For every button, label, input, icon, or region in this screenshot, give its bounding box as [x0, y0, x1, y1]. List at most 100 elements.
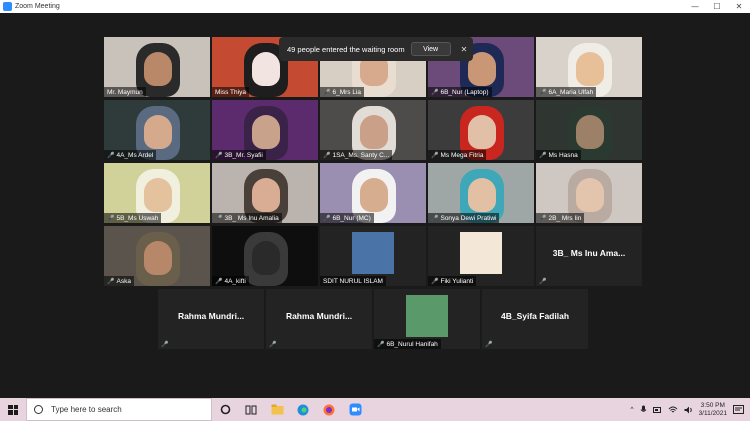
participant-tile[interactable]: Rahma Mundri... 🎤: [158, 289, 264, 349]
participant-face: [360, 115, 388, 149]
mic-muted-icon: 🎤: [431, 88, 439, 96]
cortana-icon[interactable]: [212, 398, 238, 421]
participant-tile[interactable]: 🎤 Fiki Yulianti: [428, 226, 534, 286]
participant-face: [252, 52, 280, 86]
maximize-button[interactable]: ☐: [706, 2, 728, 11]
participant-tile[interactable]: 🎤 Ms Hasna: [536, 100, 642, 160]
participant-name: Mr. Maymun: [107, 88, 143, 96]
edge-browser-icon[interactable]: [290, 398, 316, 421]
participant-tile[interactable]: 🎤 6B_Nurul Hanifah: [374, 289, 480, 349]
participant-name: Sonya Dewi Pratiwi: [440, 214, 497, 222]
mic-muted-icon: 🎤: [161, 340, 169, 348]
participant-tile[interactable]: Mr. Maymun: [104, 37, 210, 97]
close-notification-button[interactable]: ✕: [461, 45, 468, 54]
participant-tile[interactable]: 4B_Syifa Fadilah 🎤: [482, 289, 588, 349]
participant-label: 🎤: [536, 276, 549, 286]
participant-face: [468, 178, 496, 212]
windows-taskbar: Type here to search ^ 3:50 PM 3/11/2021: [0, 398, 750, 421]
battery-icon[interactable]: [652, 406, 662, 414]
participant-tile[interactable]: 🎤 6B_Nur (MC): [320, 163, 426, 223]
start-button[interactable]: [0, 398, 26, 421]
participant-tile[interactable]: 🎤 6A_Maria Ulfah: [536, 37, 642, 97]
task-view-icon[interactable]: [238, 398, 264, 421]
mic-muted-icon: 🎤: [323, 151, 331, 159]
participant-tile[interactable]: 🎤 Ms Mega Fitria: [428, 100, 534, 160]
clock-time: 3:50 PM: [700, 401, 725, 409]
waiting-room-notification: 49 people entered the waiting room View …: [279, 37, 473, 61]
participant-tile[interactable]: 🎤 2B_ Mrs Iin: [536, 163, 642, 223]
participant-tile[interactable]: 🎤 3B_ Ms Inu Amalia: [212, 163, 318, 223]
notification-chevron-icon[interactable]: ^: [631, 406, 634, 413]
participant-label: 🎤: [158, 339, 171, 349]
participant-label: 🎤 3B_ Ms Inu Amalia: [212, 213, 282, 223]
participant-label: SDIT NURUL ISLAM: [320, 276, 386, 286]
participant-name: Ms Mega Fitria: [440, 151, 484, 159]
mic-muted-icon: 🎤: [539, 277, 547, 285]
participant-tile[interactable]: 🎤 4A_Ms Ardel: [104, 100, 210, 160]
participant-face: [468, 115, 496, 149]
participant-label: 🎤 1SA_Ms. Santy C...: [320, 150, 393, 160]
action-center-icon[interactable]: [733, 404, 744, 415]
participant-label: 🎤: [482, 339, 495, 349]
participant-label: 🎤 Ms Mega Fitria: [428, 150, 487, 160]
mic-muted-icon: 🎤: [485, 340, 493, 348]
mic-muted-icon: 🎤: [539, 214, 547, 222]
participant-tile[interactable]: SDIT NURUL ISLAM: [320, 226, 426, 286]
participant-name: 6B_Nurul Hanifah: [386, 340, 438, 348]
participant-tile[interactable]: 🎤 Aska: [104, 226, 210, 286]
close-window-button[interactable]: ✕: [728, 2, 750, 11]
participant-tile[interactable]: 3B_ Ms Inu Ama... 🎤: [536, 226, 642, 286]
mic-muted-icon: 🎤: [107, 151, 115, 159]
participant-display-name: 3B_ Ms Inu Ama...: [552, 248, 626, 258]
firefox-icon[interactable]: [316, 398, 342, 421]
participant-name: 1SA_Ms. Santy C...: [332, 151, 390, 159]
system-tray: ^ 3:50 PM 3/11/2021: [631, 402, 750, 418]
zoom-app-icon: [3, 2, 12, 11]
zoom-taskbar-icon[interactable]: [342, 398, 368, 421]
window-title: Zoom Meeting: [15, 3, 60, 10]
participant-name: 5B_Ms Uswah: [116, 214, 159, 222]
participant-name: Aska: [116, 277, 131, 285]
participant-name: 2B_ Mrs Iin: [548, 214, 582, 222]
participant-label: 🎤 2B_ Mrs Iin: [536, 213, 585, 223]
taskbar-clock[interactable]: 3:50 PM 3/11/2021: [699, 402, 727, 418]
participant-tile[interactable]: 🎤 5B_Ms Uswah: [104, 163, 210, 223]
participant-face: [576, 52, 604, 86]
participant-name: 3B_Mr. Syafii: [224, 151, 263, 159]
participant-face: [144, 115, 172, 149]
participant-name: SDIT NURUL ISLAM: [323, 277, 383, 285]
participant-tile[interactable]: 🎤 1SA_Ms. Santy C...: [320, 100, 426, 160]
file-explorer-icon[interactable]: [264, 398, 290, 421]
participant-label: 🎤 6_Mrs Lia: [320, 87, 365, 97]
participant-face: [360, 178, 388, 212]
mic-muted-icon: 🎤: [107, 277, 115, 285]
profile-picture: [406, 295, 448, 337]
participant-tile[interactable]: 🎤 3B_Mr. Syafii: [212, 100, 318, 160]
participant-label: 🎤 6B_Nurul Hanifah: [374, 339, 441, 349]
participant-name: 4A_Ms Ardel: [116, 151, 154, 159]
clock-date: 3/11/2021: [698, 409, 727, 417]
participant-name: Fiki Yulianti: [440, 277, 474, 285]
participant-tile[interactable]: Rahma Mundri... 🎤: [266, 289, 372, 349]
microphone-icon[interactable]: [640, 405, 647, 414]
participant-tile[interactable]: 🎤 4A_kifti: [212, 226, 318, 286]
participant-label: 🎤 4A_kifti: [212, 276, 249, 286]
window-titlebar: Zoom Meeting — ☐ ✕: [0, 0, 750, 13]
taskbar-search-box[interactable]: Type here to search: [26, 398, 212, 421]
participant-face: [576, 178, 604, 212]
view-waiting-room-button[interactable]: View: [410, 42, 451, 56]
participant-name: Ms Hasna: [548, 151, 578, 159]
mic-muted-icon: 🎤: [323, 88, 331, 96]
participant-face: [252, 115, 280, 149]
participant-face: [576, 115, 604, 149]
participant-tile[interactable]: 🎤 Sonya Dewi Pratiwi: [428, 163, 534, 223]
participant-name: 3B_ Ms Inu Amalia: [224, 214, 279, 222]
volume-icon[interactable]: [684, 406, 693, 414]
window-controls: — ☐ ✕: [684, 2, 750, 11]
wifi-icon[interactable]: [668, 406, 678, 414]
participant-label: 🎤 6B_Nur (MC): [320, 213, 374, 223]
participant-label: 🎤 Ms Hasna: [536, 150, 581, 160]
profile-picture: [352, 232, 394, 274]
mic-muted-icon: 🎤: [431, 277, 439, 285]
minimize-button[interactable]: —: [684, 2, 706, 11]
